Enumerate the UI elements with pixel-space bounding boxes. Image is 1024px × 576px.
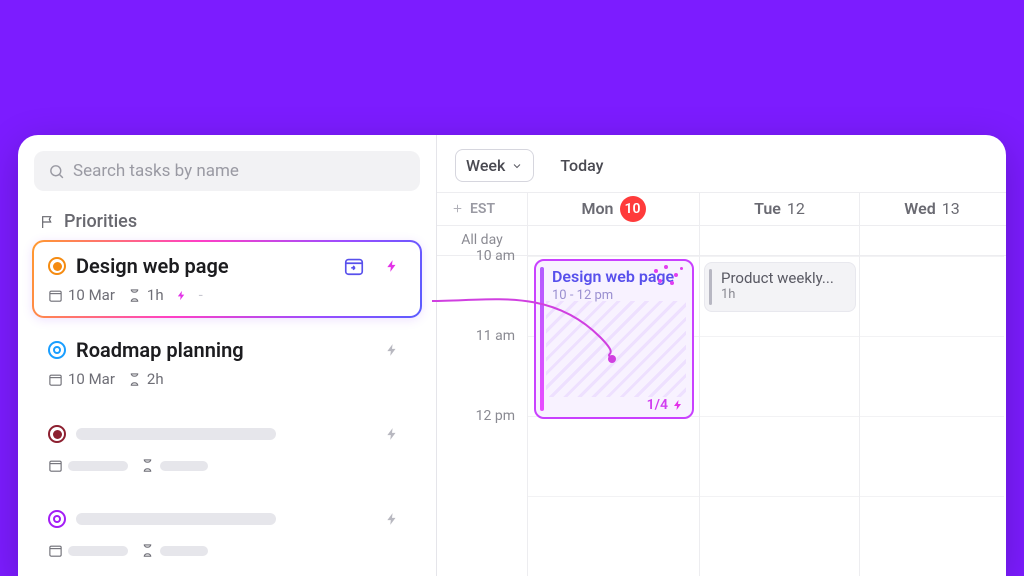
task-item-placeholder[interactable] (32, 408, 422, 487)
time-label: 11 am (476, 328, 515, 344)
status-icon (48, 425, 66, 443)
calendar-icon (48, 288, 63, 303)
app-background: Search tasks by name Priorities Design w… (0, 0, 1024, 576)
placeholder-line (160, 461, 208, 471)
search-icon (48, 163, 65, 180)
timezone-label: EST (470, 201, 495, 217)
bolt-icon (385, 256, 399, 276)
quick-action-button[interactable] (378, 420, 406, 448)
task-date: 10 Mar (48, 370, 115, 388)
event-footer: 1/4 (647, 397, 684, 413)
status-icon (48, 341, 66, 359)
day-header-wed[interactable]: Wed 13 (859, 193, 1004, 225)
task-date: 10 Mar (48, 286, 115, 304)
task-item-design[interactable]: Design web page (32, 240, 422, 318)
calendar-grid[interactable]: 10 am 11 am 12 pm Design web page 10 - 1… (437, 256, 1006, 576)
calendar-icon (48, 458, 63, 473)
placeholder-line (76, 513, 276, 525)
allday-cell[interactable] (527, 226, 699, 255)
day-column-tue[interactable]: Product weekly... 1h (699, 256, 859, 576)
allday-cell[interactable] (859, 226, 1004, 255)
view-selector[interactable]: Week (455, 149, 534, 182)
chevron-down-icon (511, 160, 523, 172)
calendar-move-icon (343, 255, 365, 277)
schedule-button[interactable] (340, 252, 368, 280)
sparkle-icon (652, 265, 686, 289)
bolt-icon (385, 340, 399, 360)
day-column-wed[interactable] (859, 256, 1004, 576)
task-duration (140, 543, 208, 558)
task-list: Design web page (18, 240, 436, 572)
allday-row: All day (437, 226, 1006, 256)
quick-action-button[interactable] (378, 505, 406, 533)
placeholder-line (68, 546, 128, 556)
priorities-header[interactable]: Priorities (18, 201, 436, 240)
placeholder-line (76, 428, 276, 440)
sidebar: Search tasks by name Priorities Design w… (18, 135, 437, 576)
quick-action-button[interactable] (378, 252, 406, 280)
task-title: Roadmap planning (76, 338, 368, 362)
bolt-icon (385, 509, 399, 529)
today-button[interactable]: Today (550, 150, 613, 181)
allday-cell[interactable] (699, 226, 859, 255)
priorities-label: Priorities (64, 211, 137, 232)
calendar-header: EST Mon 10 Tue 12 Wed 13 (437, 192, 1006, 226)
task-duration: 1h (127, 286, 164, 304)
task-item-placeholder[interactable] (32, 493, 422, 572)
day-header-mon[interactable]: Mon 10 (527, 193, 699, 225)
app-window: Search tasks by name Priorities Design w… (18, 135, 1006, 576)
today-badge: 10 (620, 196, 646, 222)
search-input[interactable]: Search tasks by name (34, 151, 420, 191)
task-item-roadmap[interactable]: Roadmap planning 10 Mar (32, 324, 422, 402)
view-label: Week (466, 156, 505, 175)
plus-icon (451, 202, 464, 215)
quick-action-button[interactable] (378, 336, 406, 364)
event-stripe (709, 269, 712, 305)
task-date (48, 458, 128, 473)
task-title: Design web page (76, 254, 330, 278)
flag-icon (40, 214, 56, 230)
day-header-tue[interactable]: Tue 12 (699, 193, 859, 225)
hourglass-icon (140, 543, 155, 558)
event-duration: 1h (721, 287, 847, 302)
calendar-icon (48, 543, 63, 558)
hourglass-icon (127, 372, 142, 387)
bolt-icon (176, 288, 187, 303)
meta-dash: - (199, 286, 203, 304)
day-column-mon[interactable]: Design web page 10 - 12 pm 1/4 (527, 256, 699, 576)
calendar-icon (48, 372, 63, 387)
task-date (48, 543, 128, 558)
time-label: 12 pm (476, 408, 515, 424)
event-progress: 1/4 (647, 397, 668, 413)
event-pattern (546, 301, 686, 397)
placeholder-line (68, 461, 128, 471)
task-duration: 2h (127, 370, 164, 388)
event-title: Product weekly... (721, 269, 847, 287)
event-stripe (540, 267, 544, 411)
time-column: 10 am 11 am 12 pm (437, 256, 527, 576)
hourglass-icon (140, 458, 155, 473)
calendar: Week Today EST Mon 10 Tue 12 (437, 135, 1006, 576)
status-icon (48, 257, 66, 275)
time-label: 10 am (476, 248, 515, 264)
placeholder-line (160, 546, 208, 556)
event-design-web-page[interactable]: Design web page 10 - 12 pm 1/4 (534, 259, 694, 419)
task-duration (140, 458, 208, 473)
event-product-weekly[interactable]: Product weekly... 1h (704, 262, 856, 312)
search-placeholder: Search tasks by name (73, 161, 239, 181)
timezone-cell[interactable]: EST (437, 201, 527, 217)
bolt-icon (385, 424, 399, 444)
bolt-icon (672, 397, 684, 413)
status-icon (48, 510, 66, 528)
hourglass-icon (127, 288, 142, 303)
